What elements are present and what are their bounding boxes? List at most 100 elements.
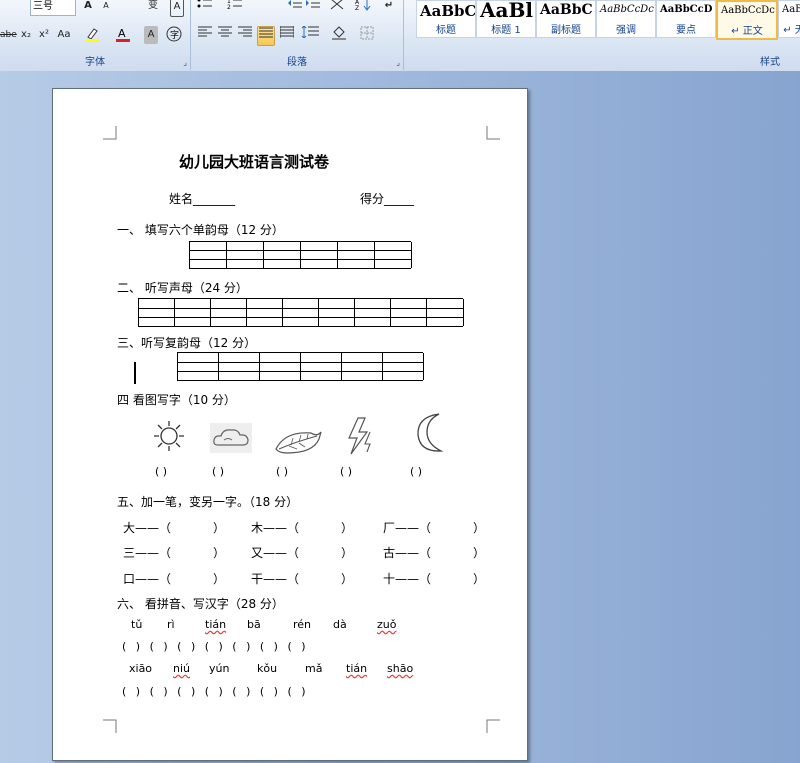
line-spacing-button[interactable]	[301, 25, 319, 44]
question-6-heading: 六、 看拼音、写汉字（28 分）	[117, 597, 284, 611]
q5-item-close: ）	[341, 546, 354, 560]
increase-indent-icon	[306, 0, 320, 8]
shading-button[interactable]	[331, 26, 347, 44]
pinyin: xiāo	[129, 662, 153, 675]
q5-item: 十——（	[383, 572, 432, 586]
q5-item-close: ）	[341, 521, 354, 535]
style-sample: AaBl	[480, 0, 533, 22]
borders-icon	[360, 26, 374, 40]
align-right-icon	[238, 26, 252, 37]
chinese-layout-button[interactable]	[329, 0, 345, 15]
enclose-char-button[interactable]: 字	[166, 26, 182, 44]
q5-item: 三——（	[123, 546, 172, 560]
crop-mark-bottom-left	[103, 719, 117, 733]
enclosed-char-icon: 字	[166, 26, 182, 42]
borders-button[interactable]	[359, 26, 375, 44]
highlight-color-button[interactable]	[84, 26, 102, 44]
style-name: ↵ 正文	[731, 26, 763, 37]
svg-text:Z: Z	[355, 5, 359, 11]
shrink-font-button[interactable]: A	[98, 0, 114, 15]
lightning-icon	[348, 417, 371, 455]
style-title[interactable]: AaBbC 标题	[416, 0, 476, 38]
q5-item-close: ）	[473, 572, 486, 586]
superscript-button[interactable]: x²	[36, 26, 52, 44]
align-center-button[interactable]	[217, 26, 233, 44]
font-size-select[interactable]: 三号	[30, 0, 76, 16]
q2-writing-grid	[138, 298, 464, 327]
answer-parens: ( )	[410, 465, 423, 478]
decrease-indent-icon	[288, 0, 302, 8]
sun-icon	[154, 421, 184, 451]
justify-button[interactable]	[257, 26, 275, 46]
pinyin: rén	[293, 618, 312, 631]
font-dialog-launcher-icon[interactable]: ⌟	[183, 58, 187, 67]
q5-item: 又——（	[251, 546, 300, 560]
change-case-button[interactable]: Aa	[56, 26, 72, 44]
pinyin: tián	[346, 662, 368, 675]
q5-item-close: ）	[341, 572, 354, 586]
question-3-heading: 三、听写复韵母（12 分）	[117, 336, 257, 350]
grow-font-button[interactable]: A	[80, 0, 96, 15]
align-right-button[interactable]	[237, 26, 253, 44]
strikethrough-button[interactable]: abe	[0, 26, 17, 44]
answer-parens: ( )	[276, 465, 289, 478]
q3-writing-grid	[177, 352, 424, 381]
document-title: 幼儿园大班语言测试卷	[179, 153, 330, 171]
style-no-spacing[interactable]: AaBb ↵ 无	[778, 0, 800, 38]
bullets-button[interactable]	[197, 0, 213, 15]
distributed-icon	[279, 26, 295, 38]
show-marks-button[interactable]: ↵	[381, 0, 397, 15]
sort-button[interactable]: AZ	[355, 0, 371, 15]
moon-icon	[417, 413, 444, 452]
char-shading-button[interactable]: A	[144, 26, 158, 44]
q5-item-close: ）	[473, 546, 486, 560]
answer-parens-row: ( ) ( ) ( ) ( ) ( ) ( ) ( )	[122, 640, 306, 653]
font-color-button[interactable]: A	[114, 26, 132, 44]
style-name: 标题	[436, 25, 456, 36]
style-heading1[interactable]: AaBl 标题 1	[476, 0, 536, 38]
q5-item: 木——（	[251, 521, 300, 535]
pinyin: niú	[173, 662, 190, 675]
q5-item-close: ）	[473, 521, 486, 535]
clear-format-button[interactable]: 变	[145, 0, 161, 15]
style-emphasis[interactable]: AaBbCcDc 强调	[596, 0, 656, 38]
style-sample: AaBbCcDc	[600, 4, 654, 15]
crop-mark-top-right	[486, 126, 500, 140]
answer-parens: ( )	[155, 465, 168, 478]
pinyin: mǎ	[305, 662, 323, 675]
q1-writing-grid	[189, 241, 412, 269]
distributed-button[interactable]	[279, 26, 295, 44]
q5-item: 大——（	[123, 521, 172, 535]
style-normal[interactable]: AaBbCcDc ↵ 正文	[716, 0, 778, 40]
char-border-button[interactable]: A	[170, 0, 184, 17]
decrease-indent-button[interactable]	[287, 0, 303, 15]
answer-parens-row: ( ) ( ) ( ) ( ) ( ) ( ) ( )	[122, 685, 306, 698]
question-4-heading: 四 看图写字（10 分）	[117, 393, 236, 407]
style-sample: AaBbCcDc	[721, 5, 775, 16]
chinese-layout-icon	[330, 0, 344, 10]
pinyin: tián	[205, 618, 227, 631]
font-group: 三号 A A 变 A abe x₂ x² Aa A A 字 字体 ⌟	[0, 0, 191, 70]
paint-bucket-icon	[332, 26, 346, 40]
highlighter-icon	[86, 28, 100, 42]
name-field: 姓名_______	[169, 192, 236, 206]
paragraph-dialog-launcher-icon[interactable]: ⌟	[396, 58, 400, 67]
style-sample: AaBb	[782, 4, 800, 15]
pinyin: tǔ	[131, 618, 143, 631]
increase-indent-button[interactable]	[305, 0, 321, 15]
pinyin: yún	[209, 662, 230, 675]
numbering-button[interactable]: 12	[227, 0, 243, 15]
subscript-button[interactable]: x₂	[18, 26, 34, 44]
style-name: 标题 1	[491, 25, 521, 36]
answer-parens: ( )	[212, 465, 225, 478]
question-2-heading: 二、 听写声母（24 分）	[117, 281, 248, 295]
style-name: 副标题	[551, 25, 581, 36]
line-spacing-icon	[301, 25, 319, 39]
style-sample: AaBbCcD	[660, 4, 713, 15]
pinyin: dà	[333, 618, 347, 631]
document-page[interactable]: 幼儿园大班语言测试卷 姓名_______ 得分_____ 一、 填写六个单韵母（…	[52, 88, 528, 761]
font-color-icon: A	[116, 27, 130, 42]
align-left-button[interactable]	[197, 26, 213, 44]
style-subtitle[interactable]: AaBbC 副标题	[536, 0, 596, 38]
style-strong[interactable]: AaBbCcD 要点	[656, 0, 716, 38]
